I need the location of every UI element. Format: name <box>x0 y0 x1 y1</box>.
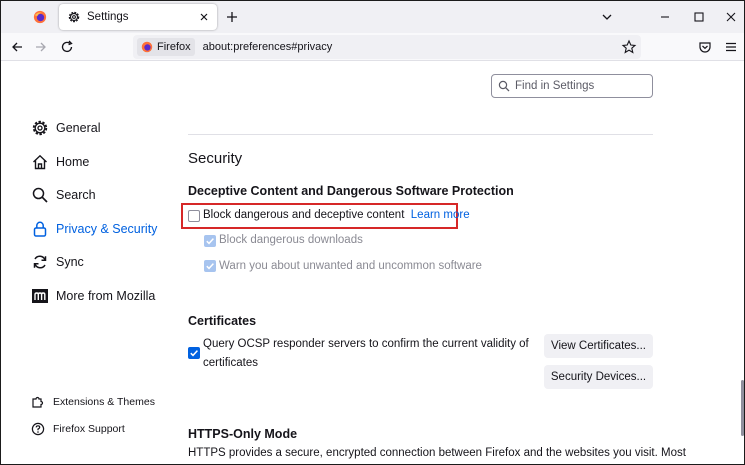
view-certificates-button[interactable]: View Certificates... <box>544 334 653 358</box>
sidebar-item-privacy-security[interactable]: Privacy & Security <box>31 218 157 240</box>
warn-unwanted-checkbox[interactable] <box>204 260 216 272</box>
help-icon <box>31 422 45 436</box>
firefox-logo-icon <box>33 10 47 24</box>
sidebar-item-more-from-mozilla[interactable]: More from Mozilla <box>31 285 155 307</box>
sidebar-item-general[interactable]: General <box>31 117 100 139</box>
sidebar-item-label: Privacy & Security <box>56 222 158 236</box>
scrollbar-thumb[interactable] <box>741 380 744 436</box>
sidebar-item-home[interactable]: Home <box>31 151 89 173</box>
minimize-icon[interactable] <box>657 9 673 25</box>
firefox-view-button[interactable] <box>23 5 57 29</box>
forward-arrow-icon[interactable] <box>33 39 49 55</box>
checkmark-icon <box>206 263 214 270</box>
sidebar-item-label: Sync <box>56 255 84 269</box>
ocsp-label-line2: certificates <box>203 357 258 369</box>
puzzle-icon <box>32 396 44 408</box>
sidebar-item-label: General <box>56 121 101 135</box>
https-only-heading: HTTPS-Only Mode <box>188 427 298 441</box>
navigation-toolbar: Firefox about:preferences#privacy <box>1 33 744 61</box>
back-arrow-icon[interactable] <box>9 39 25 55</box>
checkmark-icon <box>190 350 198 357</box>
sidebar-item-label: More from Mozilla <box>56 289 156 303</box>
section-divider <box>188 134 653 135</box>
deceptive-content-heading: Deceptive Content and Dangerous Software… <box>188 184 514 198</box>
tab-strip: Settings <box>1 1 744 33</box>
sync-icon <box>33 255 47 269</box>
gear-icon <box>68 11 80 23</box>
sidebar-item-sync[interactable]: Sync <box>31 251 84 273</box>
chevron-down-icon[interactable] <box>599 9 615 25</box>
security-devices-button[interactable]: Security Devices... <box>544 365 653 389</box>
security-heading: Security <box>188 150 243 167</box>
tab-title: Settings <box>87 11 129 23</box>
block-label-text: Block dangerous and deceptive content <box>203 209 405 221</box>
learn-more-link[interactable]: Learn more <box>411 209 470 221</box>
reload-icon[interactable] <box>59 39 75 55</box>
block-dangerous-content-label: Block dangerous and deceptive content Le… <box>203 209 470 221</box>
close-tab-icon[interactable] <box>197 10 211 24</box>
sidebar-item-label: Home <box>56 155 90 169</box>
firefox-logo-icon <box>141 41 153 53</box>
identity-box[interactable]: Firefox <box>137 38 195 56</box>
warn-unwanted-label: Warn you about unwanted and uncommon sof… <box>219 260 482 272</box>
close-window-icon[interactable] <box>723 9 739 25</box>
https-description: HTTPS provides a secure, encrypted conne… <box>188 447 686 459</box>
block-dangerous-content-checkbox[interactable] <box>188 210 200 222</box>
sidebar-footer-extensions-themes[interactable]: Extensions & Themes <box>31 395 155 409</box>
certificates-heading: Certificates <box>188 314 257 328</box>
identity-label: Firefox <box>157 41 191 53</box>
url-text[interactable]: about:preferences#privacy <box>203 41 333 53</box>
mozilla-icon <box>32 289 48 303</box>
new-tab-icon[interactable] <box>223 8 241 26</box>
scrollbar[interactable] <box>740 62 744 464</box>
ocsp-label-line1: Query OCSP responder servers to confirm … <box>203 338 529 350</box>
home-icon <box>33 154 47 170</box>
checkmark-icon <box>206 238 214 245</box>
hamburger-menu-icon[interactable] <box>723 39 739 55</box>
search-icon <box>498 80 510 92</box>
footer-link-label: Firefox Support <box>53 423 125 435</box>
lock-icon <box>33 221 47 237</box>
block-downloads-label: Block dangerous downloads <box>219 234 363 246</box>
find-in-settings[interactable] <box>491 74 653 98</box>
preferences-content: General Home Search Privacy & Security <box>1 62 744 464</box>
search-input[interactable] <box>515 80 645 92</box>
tab-settings[interactable]: Settings <box>59 4 217 30</box>
block-downloads-checkbox[interactable] <box>204 235 216 247</box>
browser-window: Settings Firefox about:preferences#priva… <box>0 0 745 465</box>
footer-link-label: Extensions & Themes <box>53 396 155 408</box>
maximize-icon[interactable] <box>691 9 707 25</box>
sidebar-item-search[interactable]: Search <box>31 184 96 206</box>
sidebar-item-label: Search <box>56 188 96 202</box>
url-bar[interactable]: Firefox about:preferences#privacy <box>133 35 641 59</box>
sidebar-footer-firefox-support[interactable]: Firefox Support <box>31 422 125 436</box>
ocsp-checkbox[interactable] <box>188 347 200 359</box>
gear-icon <box>32 120 48 136</box>
bookmark-star-icon[interactable] <box>621 39 637 55</box>
pocket-icon[interactable] <box>697 39 713 55</box>
search-icon <box>32 187 48 203</box>
